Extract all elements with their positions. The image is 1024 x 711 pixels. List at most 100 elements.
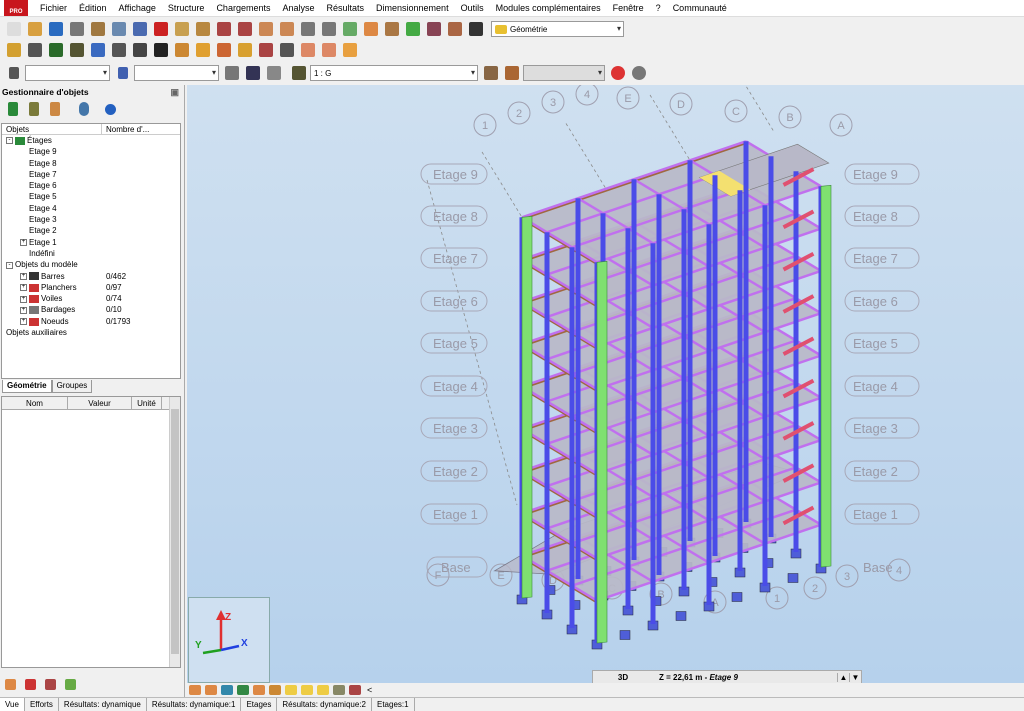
section-tool-icon[interactable] bbox=[21, 675, 39, 693]
std-tool-16-button[interactable] bbox=[340, 20, 359, 38]
load-tool-icon[interactable] bbox=[41, 675, 59, 693]
struct-tool-11-button[interactable] bbox=[235, 41, 254, 59]
struct-tool-1-button[interactable] bbox=[25, 41, 44, 59]
std-tool-12-button[interactable] bbox=[256, 20, 275, 38]
menu-item-7[interactable]: Dimensionnement bbox=[370, 0, 455, 17]
tree-row[interactable]: - Objets du modèle bbox=[2, 259, 180, 270]
tree-row[interactable]: Objets auxiliaires bbox=[2, 327, 180, 338]
struct-tool-7-button[interactable] bbox=[151, 41, 170, 59]
view-tool-7-button[interactable] bbox=[299, 684, 314, 697]
view-tool-4-button[interactable] bbox=[251, 684, 266, 697]
view-tool-8-button[interactable] bbox=[315, 684, 330, 697]
tree-row[interactable]: Etage 6 bbox=[2, 180, 180, 191]
tree-row[interactable]: Etage 5 bbox=[2, 191, 180, 202]
wave-button[interactable] bbox=[629, 64, 648, 82]
std-tool-21-button[interactable] bbox=[445, 20, 464, 38]
view-tool-3-button[interactable] bbox=[235, 684, 250, 697]
struct-tool-13-button[interactable] bbox=[277, 41, 296, 59]
std-tool-9-button[interactable] bbox=[193, 20, 212, 38]
status-tab-6[interactable]: Etages:1 bbox=[372, 698, 415, 711]
story-up-arrow[interactable]: ▲ bbox=[837, 672, 849, 682]
std-tool-19-button[interactable] bbox=[403, 20, 422, 38]
footing[interactable] bbox=[619, 630, 631, 640]
menu-item-2[interactable]: Affichage bbox=[113, 0, 162, 17]
view-tool-1-button[interactable] bbox=[203, 684, 218, 697]
menu-item-0[interactable]: Fichier bbox=[34, 0, 73, 17]
properties-scrollbar[interactable] bbox=[169, 397, 180, 667]
footing[interactable] bbox=[675, 611, 687, 621]
tab-geometrie[interactable]: Géométrie bbox=[2, 380, 52, 393]
tree-row[interactable]: Indéfini bbox=[2, 248, 180, 259]
scroll-left-arrow[interactable]: < bbox=[367, 685, 372, 695]
std-tool-7-button[interactable] bbox=[151, 20, 170, 38]
expand-icon[interactable]: + bbox=[20, 318, 27, 326]
shear-wall[interactable] bbox=[820, 184, 832, 568]
selection-combo[interactable]: ▾ bbox=[25, 65, 110, 81]
std-tool-11-button[interactable] bbox=[235, 20, 254, 38]
std-tool-22-button[interactable] bbox=[466, 20, 485, 38]
struct-tool-8-button[interactable] bbox=[172, 41, 191, 59]
std-tool-8-button[interactable] bbox=[172, 20, 191, 38]
std-tool-13-button[interactable] bbox=[277, 20, 296, 38]
status-tab-2[interactable]: Résultats: dynamique bbox=[59, 698, 147, 711]
frame-button[interactable] bbox=[243, 64, 262, 82]
expand-icon[interactable]: + bbox=[20, 272, 27, 280]
struct-tool-0-button[interactable] bbox=[4, 41, 23, 59]
std-tool-6-button[interactable] bbox=[130, 20, 149, 38]
struct-tool-6-button[interactable] bbox=[130, 41, 149, 59]
shear-wall[interactable] bbox=[596, 260, 608, 644]
tab-groupes[interactable]: Groupes bbox=[51, 380, 93, 393]
tree-row[interactable]: + Etage 1 bbox=[2, 237, 180, 248]
std-tool-10-button[interactable] bbox=[214, 20, 233, 38]
menu-item-8[interactable]: Outils bbox=[455, 0, 490, 17]
menu-item-10[interactable]: Fenêtre bbox=[607, 0, 650, 17]
struct-tool-16-button[interactable] bbox=[340, 41, 359, 59]
status-tab-0[interactable]: Vue bbox=[0, 698, 25, 711]
menu-item-12[interactable]: Communauté bbox=[667, 0, 733, 17]
story-select[interactable]: 1 : G ▾ bbox=[310, 65, 478, 81]
storey-tool-icon[interactable] bbox=[3, 100, 22, 118]
std-tool-15-button[interactable] bbox=[319, 20, 338, 38]
menu-item-3[interactable]: Structure bbox=[162, 0, 211, 17]
story-down-arrow[interactable]: ▼ bbox=[849, 672, 861, 682]
menu-item-11[interactable]: ? bbox=[650, 0, 667, 17]
scroll-thumb[interactable] bbox=[171, 409, 179, 654]
tree-row[interactable]: + Planchers 0/97 bbox=[2, 282, 180, 293]
collapse-icon[interactable]: - bbox=[6, 261, 13, 269]
menu-item-5[interactable]: Analyse bbox=[276, 0, 320, 17]
struct-tool-5-button[interactable] bbox=[109, 41, 128, 59]
view-tool-6-button[interactable] bbox=[283, 684, 298, 697]
struct-tool-9-button[interactable] bbox=[193, 41, 212, 59]
std-tool-14-button[interactable] bbox=[298, 20, 317, 38]
structure-model[interactable]: Etage 9 Etage 9 Etage 8 Etage 8 Etage 7 Etage… bbox=[187, 85, 1024, 683]
expand-icon[interactable]: + bbox=[20, 239, 27, 247]
struct-tool-15-button[interactable] bbox=[319, 41, 338, 59]
tree-row[interactable]: - Étages bbox=[2, 135, 180, 146]
status-tab-4[interactable]: Etages bbox=[241, 698, 278, 711]
storey-button[interactable] bbox=[289, 64, 308, 82]
menu-item-6[interactable]: Résultats bbox=[321, 0, 371, 17]
struct-tool-4-button[interactable] bbox=[88, 41, 107, 59]
view-tool-9-button[interactable] bbox=[331, 684, 346, 697]
display-button[interactable] bbox=[608, 64, 627, 82]
tree-row[interactable]: Etage 2 bbox=[2, 225, 180, 236]
expand-icon[interactable]: + bbox=[20, 306, 27, 314]
struct-tool-14-button[interactable] bbox=[298, 41, 317, 59]
std-tool-0-button[interactable] bbox=[4, 20, 23, 38]
layout-select[interactable]: Géométrie ▾ bbox=[491, 21, 624, 37]
std-tool-17-button[interactable] bbox=[361, 20, 380, 38]
tree-row[interactable]: Etage 9 bbox=[2, 146, 180, 157]
grid-button[interactable] bbox=[264, 64, 283, 82]
menu-item-9[interactable]: Modules complémentaires bbox=[490, 0, 607, 17]
tree-row[interactable]: Etage 7 bbox=[2, 169, 180, 180]
view-tool-0-button[interactable] bbox=[187, 684, 202, 697]
struct-tool-12-button[interactable] bbox=[256, 41, 275, 59]
filter-combo[interactable]: ▾ bbox=[134, 65, 219, 81]
collapse-icon[interactable]: - bbox=[6, 137, 13, 145]
status-tab-5[interactable]: Résultats: dynamique:2 bbox=[277, 698, 372, 711]
status-tab-1[interactable]: Efforts bbox=[25, 698, 59, 711]
std-tool-4-button[interactable] bbox=[88, 20, 107, 38]
std-tool-18-button[interactable] bbox=[382, 20, 401, 38]
tree-row[interactable]: Etage 8 bbox=[2, 158, 180, 169]
hourglass-icon[interactable] bbox=[45, 100, 64, 118]
